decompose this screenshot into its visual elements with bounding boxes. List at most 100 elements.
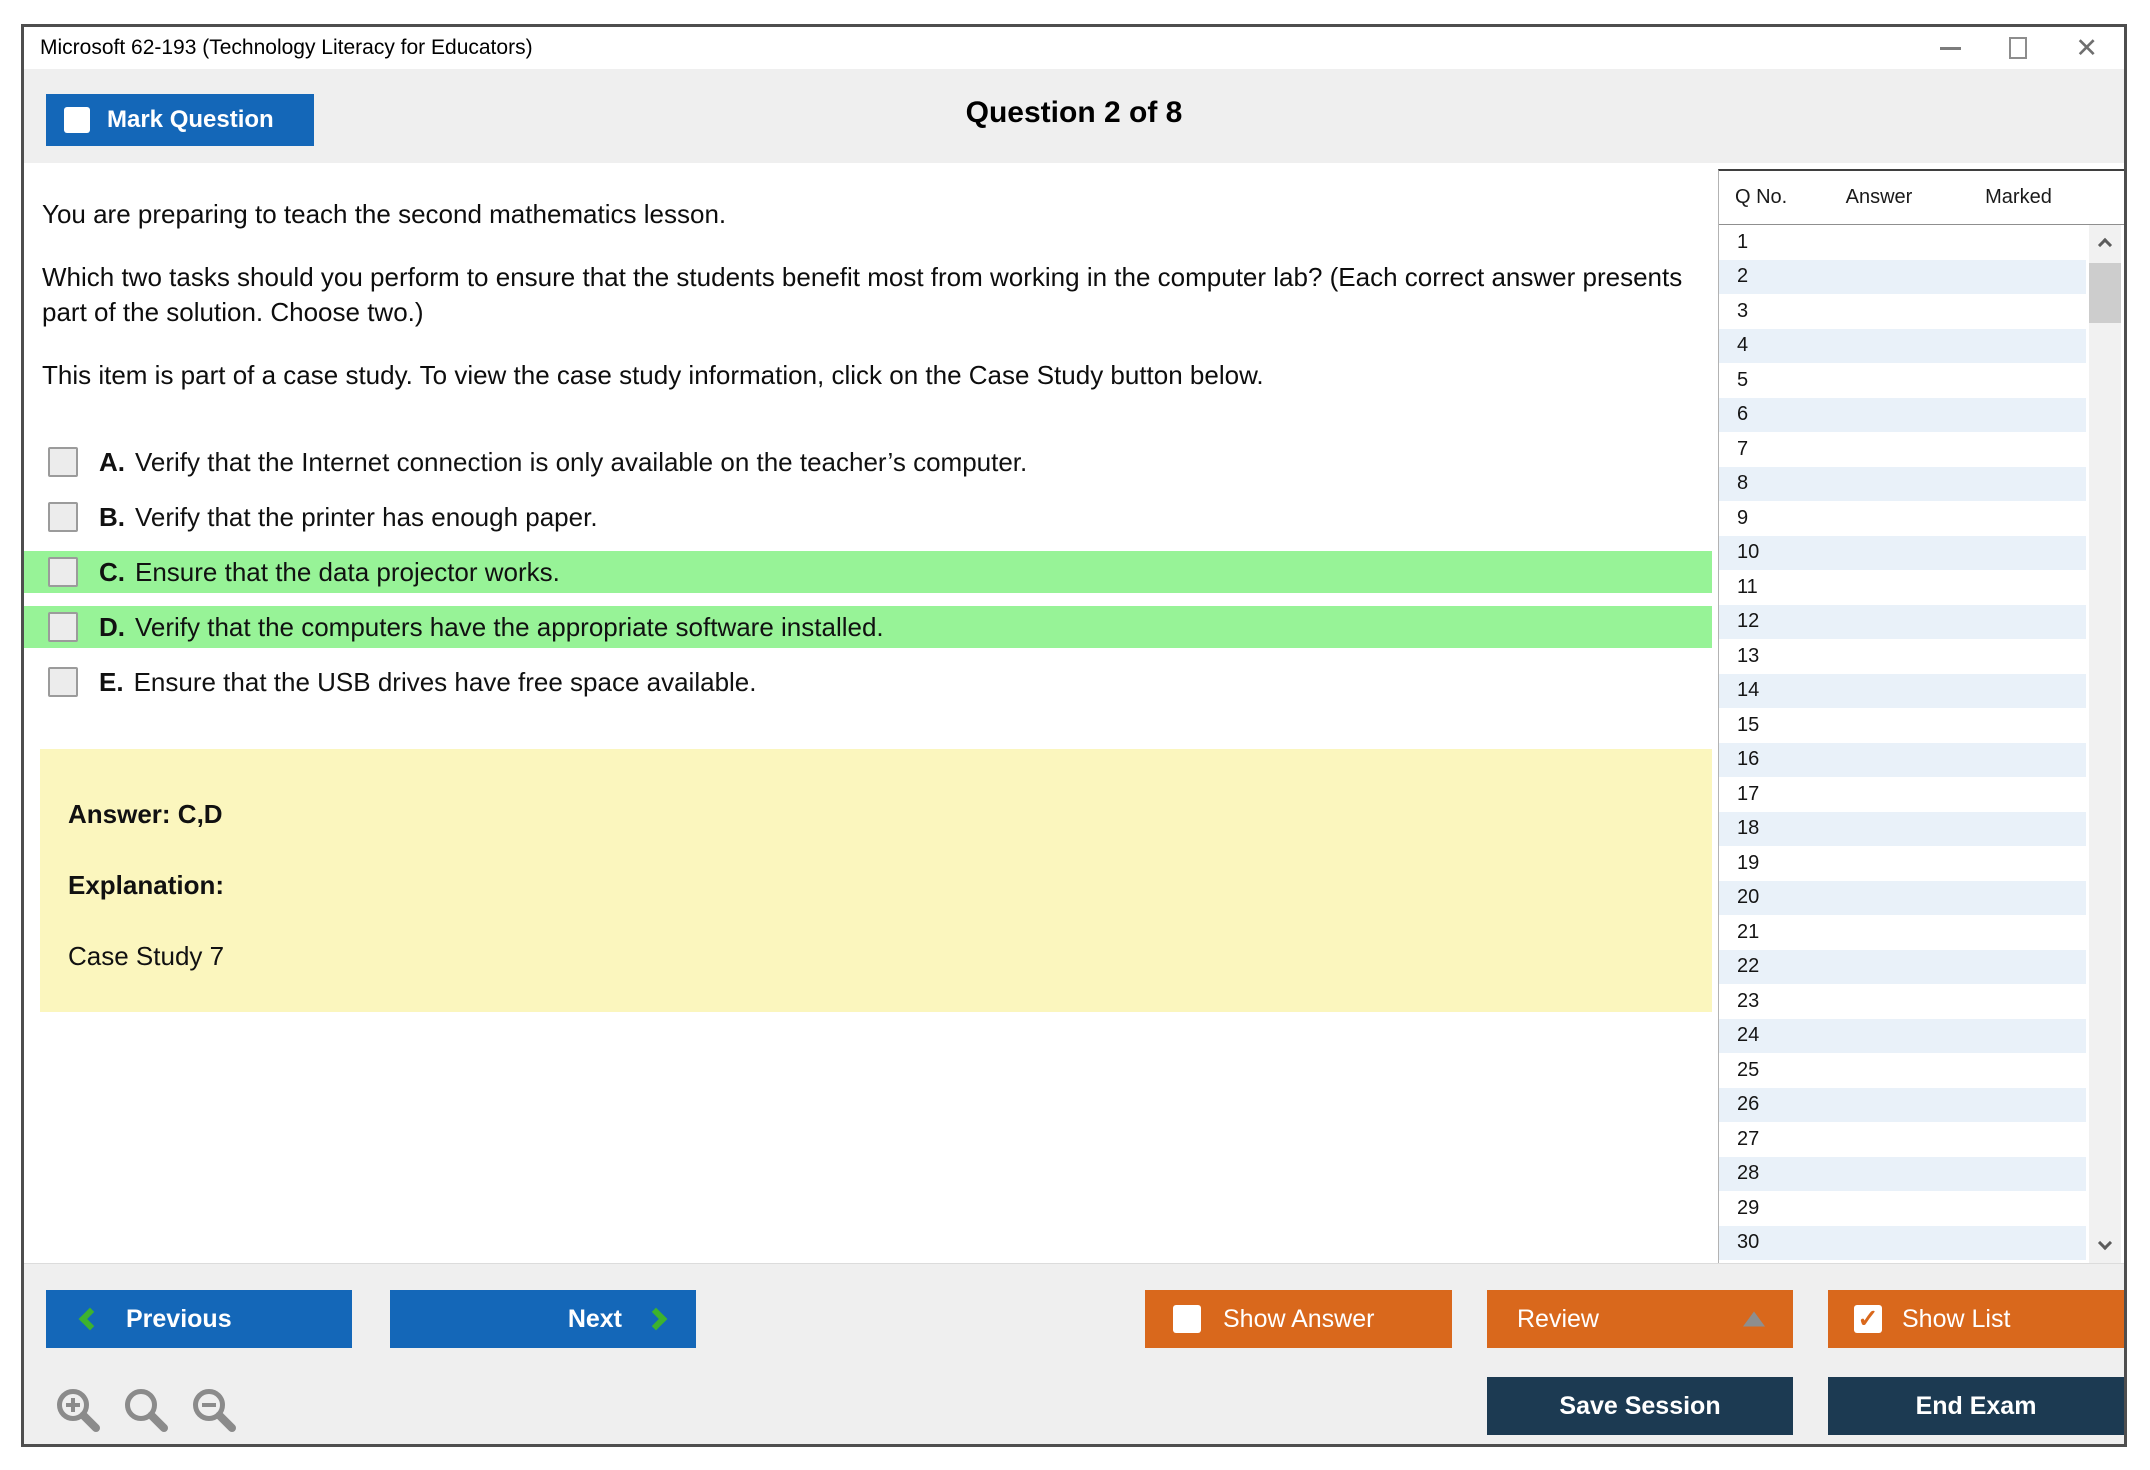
- question-list-row[interactable]: 15: [1719, 708, 2086, 743]
- option-checkbox[interactable]: [48, 447, 78, 477]
- question-list-row[interactable]: 24: [1719, 1018, 2086, 1053]
- zoom-reset-icon[interactable]: [120, 1384, 174, 1438]
- question-list-row[interactable]: 7: [1719, 432, 2086, 467]
- question-list-row[interactable]: 25: [1719, 1053, 2086, 1088]
- row-question-number: 13: [1737, 644, 1760, 667]
- next-button[interactable]: Next: [390, 1290, 696, 1348]
- scrollbar[interactable]: [2089, 225, 2121, 1263]
- option-checkbox[interactable]: [48, 502, 78, 532]
- row-question-number: 1: [1737, 230, 1749, 253]
- option-text: Verify that the computers have the appro…: [135, 611, 884, 642]
- scrollbar-thumb[interactable]: [2089, 263, 2121, 323]
- scroll-down-icon[interactable]: [2089, 1229, 2121, 1263]
- question-list-row[interactable]: 21: [1719, 915, 2086, 950]
- window-controls: ✕: [1940, 34, 2108, 62]
- question-list-row[interactable]: 23: [1719, 984, 2086, 1019]
- question-paragraph: This item is part of a case study. To vi…: [42, 360, 1264, 390]
- next-label: Next: [567, 1304, 622, 1333]
- show-answer-label: Show Answer: [1223, 1304, 1375, 1333]
- option-checkbox[interactable]: [48, 612, 78, 642]
- question-list-row[interactable]: 16: [1719, 742, 2086, 777]
- question-list-row[interactable]: 27: [1719, 1122, 2086, 1157]
- answer-option-row[interactable]: D. Verify that the computers have the ap…: [24, 606, 1712, 648]
- row-question-number: 19: [1737, 851, 1760, 874]
- question-list-row[interactable]: 18: [1719, 811, 2086, 846]
- show-list-button[interactable]: ✓ Show List: [1828, 1290, 2124, 1348]
- question-list-row[interactable]: 22: [1719, 949, 2086, 984]
- answer-option-row[interactable]: E. Ensure that the USB drives have free …: [24, 661, 1712, 703]
- zoom-out-icon[interactable]: [188, 1384, 242, 1438]
- question-list-row[interactable]: 8: [1719, 466, 2086, 501]
- row-question-number: 28: [1737, 1162, 1760, 1185]
- minimize-icon[interactable]: [1940, 46, 1962, 50]
- maximize-icon[interactable]: [2009, 37, 2028, 59]
- save-session-label: Save Session: [1559, 1391, 1721, 1420]
- end-exam-button[interactable]: End Exam: [1828, 1377, 2124, 1435]
- column-header-qno: Q No.: [1735, 186, 1788, 208]
- row-question-number: 24: [1737, 1024, 1760, 1047]
- question-list-row[interactable]: 4: [1719, 328, 2086, 363]
- question-list-row[interactable]: 11: [1719, 570, 2086, 605]
- question-list-row[interactable]: 14: [1719, 673, 2086, 708]
- row-question-number: 27: [1737, 1127, 1760, 1150]
- close-icon[interactable]: ✕: [2075, 34, 2098, 62]
- question-list-row[interactable]: 6: [1719, 397, 2086, 432]
- answer-line: Answer: C,D: [68, 799, 223, 829]
- question-list-body: 1 2 3 4 5 6 7 8 9 10 11 12 13 14 15 16 1…: [1719, 225, 2124, 1263]
- question-list-row[interactable]: 19: [1719, 846, 2086, 881]
- question-list-row[interactable]: 5: [1719, 363, 2086, 398]
- explanation-label: Explanation:: [68, 870, 225, 900]
- row-question-number: 10: [1737, 541, 1760, 564]
- row-question-number: 7: [1737, 437, 1749, 460]
- question-list-row[interactable]: 1: [1719, 225, 2086, 260]
- answer-explanation-box: Answer: C,D Explanation: Case Study 7: [40, 749, 1712, 1012]
- question-list-row[interactable]: 3: [1719, 294, 2086, 329]
- question-list-row[interactable]: 30: [1719, 1225, 2086, 1260]
- question-list-row[interactable]: 29: [1719, 1191, 2086, 1226]
- question-list-row[interactable]: 26: [1719, 1087, 2086, 1122]
- row-question-number: 12: [1737, 610, 1760, 633]
- show-answer-checkbox[interactable]: [1173, 1305, 1201, 1333]
- row-question-number: 2: [1737, 265, 1749, 288]
- answer-option-row[interactable]: C. Ensure that the data projector works.: [24, 551, 1712, 593]
- answer-option-row[interactable]: B. Verify that the printer has enough pa…: [24, 496, 1712, 538]
- answer-option-row[interactable]: A. Verify that the Internet connection i…: [24, 441, 1712, 483]
- question-panel: You are preparing to teach the second ma…: [24, 163, 1718, 1263]
- option-checkbox[interactable]: [48, 667, 78, 697]
- triangle-up-icon: [1743, 1311, 1765, 1327]
- option-text: Ensure that the USB drives have free spa…: [133, 666, 757, 697]
- question-list-row[interactable]: 2: [1719, 259, 2086, 294]
- exam-header: Mark Question Question 2 of 8: [24, 69, 2124, 163]
- question-list-row[interactable]: 13: [1719, 639, 2086, 674]
- show-list-checkbox[interactable]: ✓: [1854, 1305, 1882, 1333]
- option-letter: A.: [99, 446, 125, 477]
- row-question-number: 25: [1737, 1058, 1760, 1081]
- option-text: Verify that the Internet connection is o…: [135, 446, 1028, 477]
- question-list-row[interactable]: 28: [1719, 1156, 2086, 1191]
- save-session-button[interactable]: Save Session: [1487, 1377, 1793, 1435]
- question-list-row[interactable]: 10: [1719, 535, 2086, 570]
- option-checkbox[interactable]: [48, 557, 78, 587]
- question-list-row[interactable]: 20: [1719, 880, 2086, 915]
- show-answer-button[interactable]: Show Answer: [1145, 1290, 1452, 1348]
- option-text: Verify that the printer has enough paper…: [135, 501, 598, 532]
- chevron-right-icon: [644, 1307, 668, 1331]
- row-question-number: 29: [1737, 1196, 1760, 1219]
- scroll-up-icon[interactable]: [2089, 225, 2121, 259]
- question-text: You are preparing to teach the second ma…: [24, 197, 1712, 393]
- question-list-row[interactable]: 9: [1719, 501, 2086, 536]
- row-question-number: 21: [1737, 920, 1760, 943]
- row-question-number: 26: [1737, 1093, 1760, 1116]
- option-letter: C.: [99, 556, 125, 587]
- zoom-controls: [52, 1384, 242, 1438]
- question-list-row[interactable]: 12: [1719, 604, 2086, 639]
- zoom-in-icon[interactable]: [52, 1384, 106, 1438]
- review-button[interactable]: Review: [1487, 1290, 1793, 1348]
- question-list-row[interactable]: 17: [1719, 777, 2086, 812]
- previous-button[interactable]: Previous: [46, 1290, 352, 1348]
- row-question-number: 6: [1737, 403, 1749, 426]
- question-list-panel: Q No. Answer Marked 1 2 3 4 5 6 7 8 9 10…: [1718, 169, 2124, 1263]
- question-paragraph: You are preparing to teach the second ma…: [42, 199, 727, 229]
- row-question-number: 8: [1737, 472, 1749, 495]
- row-question-number: 16: [1737, 748, 1760, 771]
